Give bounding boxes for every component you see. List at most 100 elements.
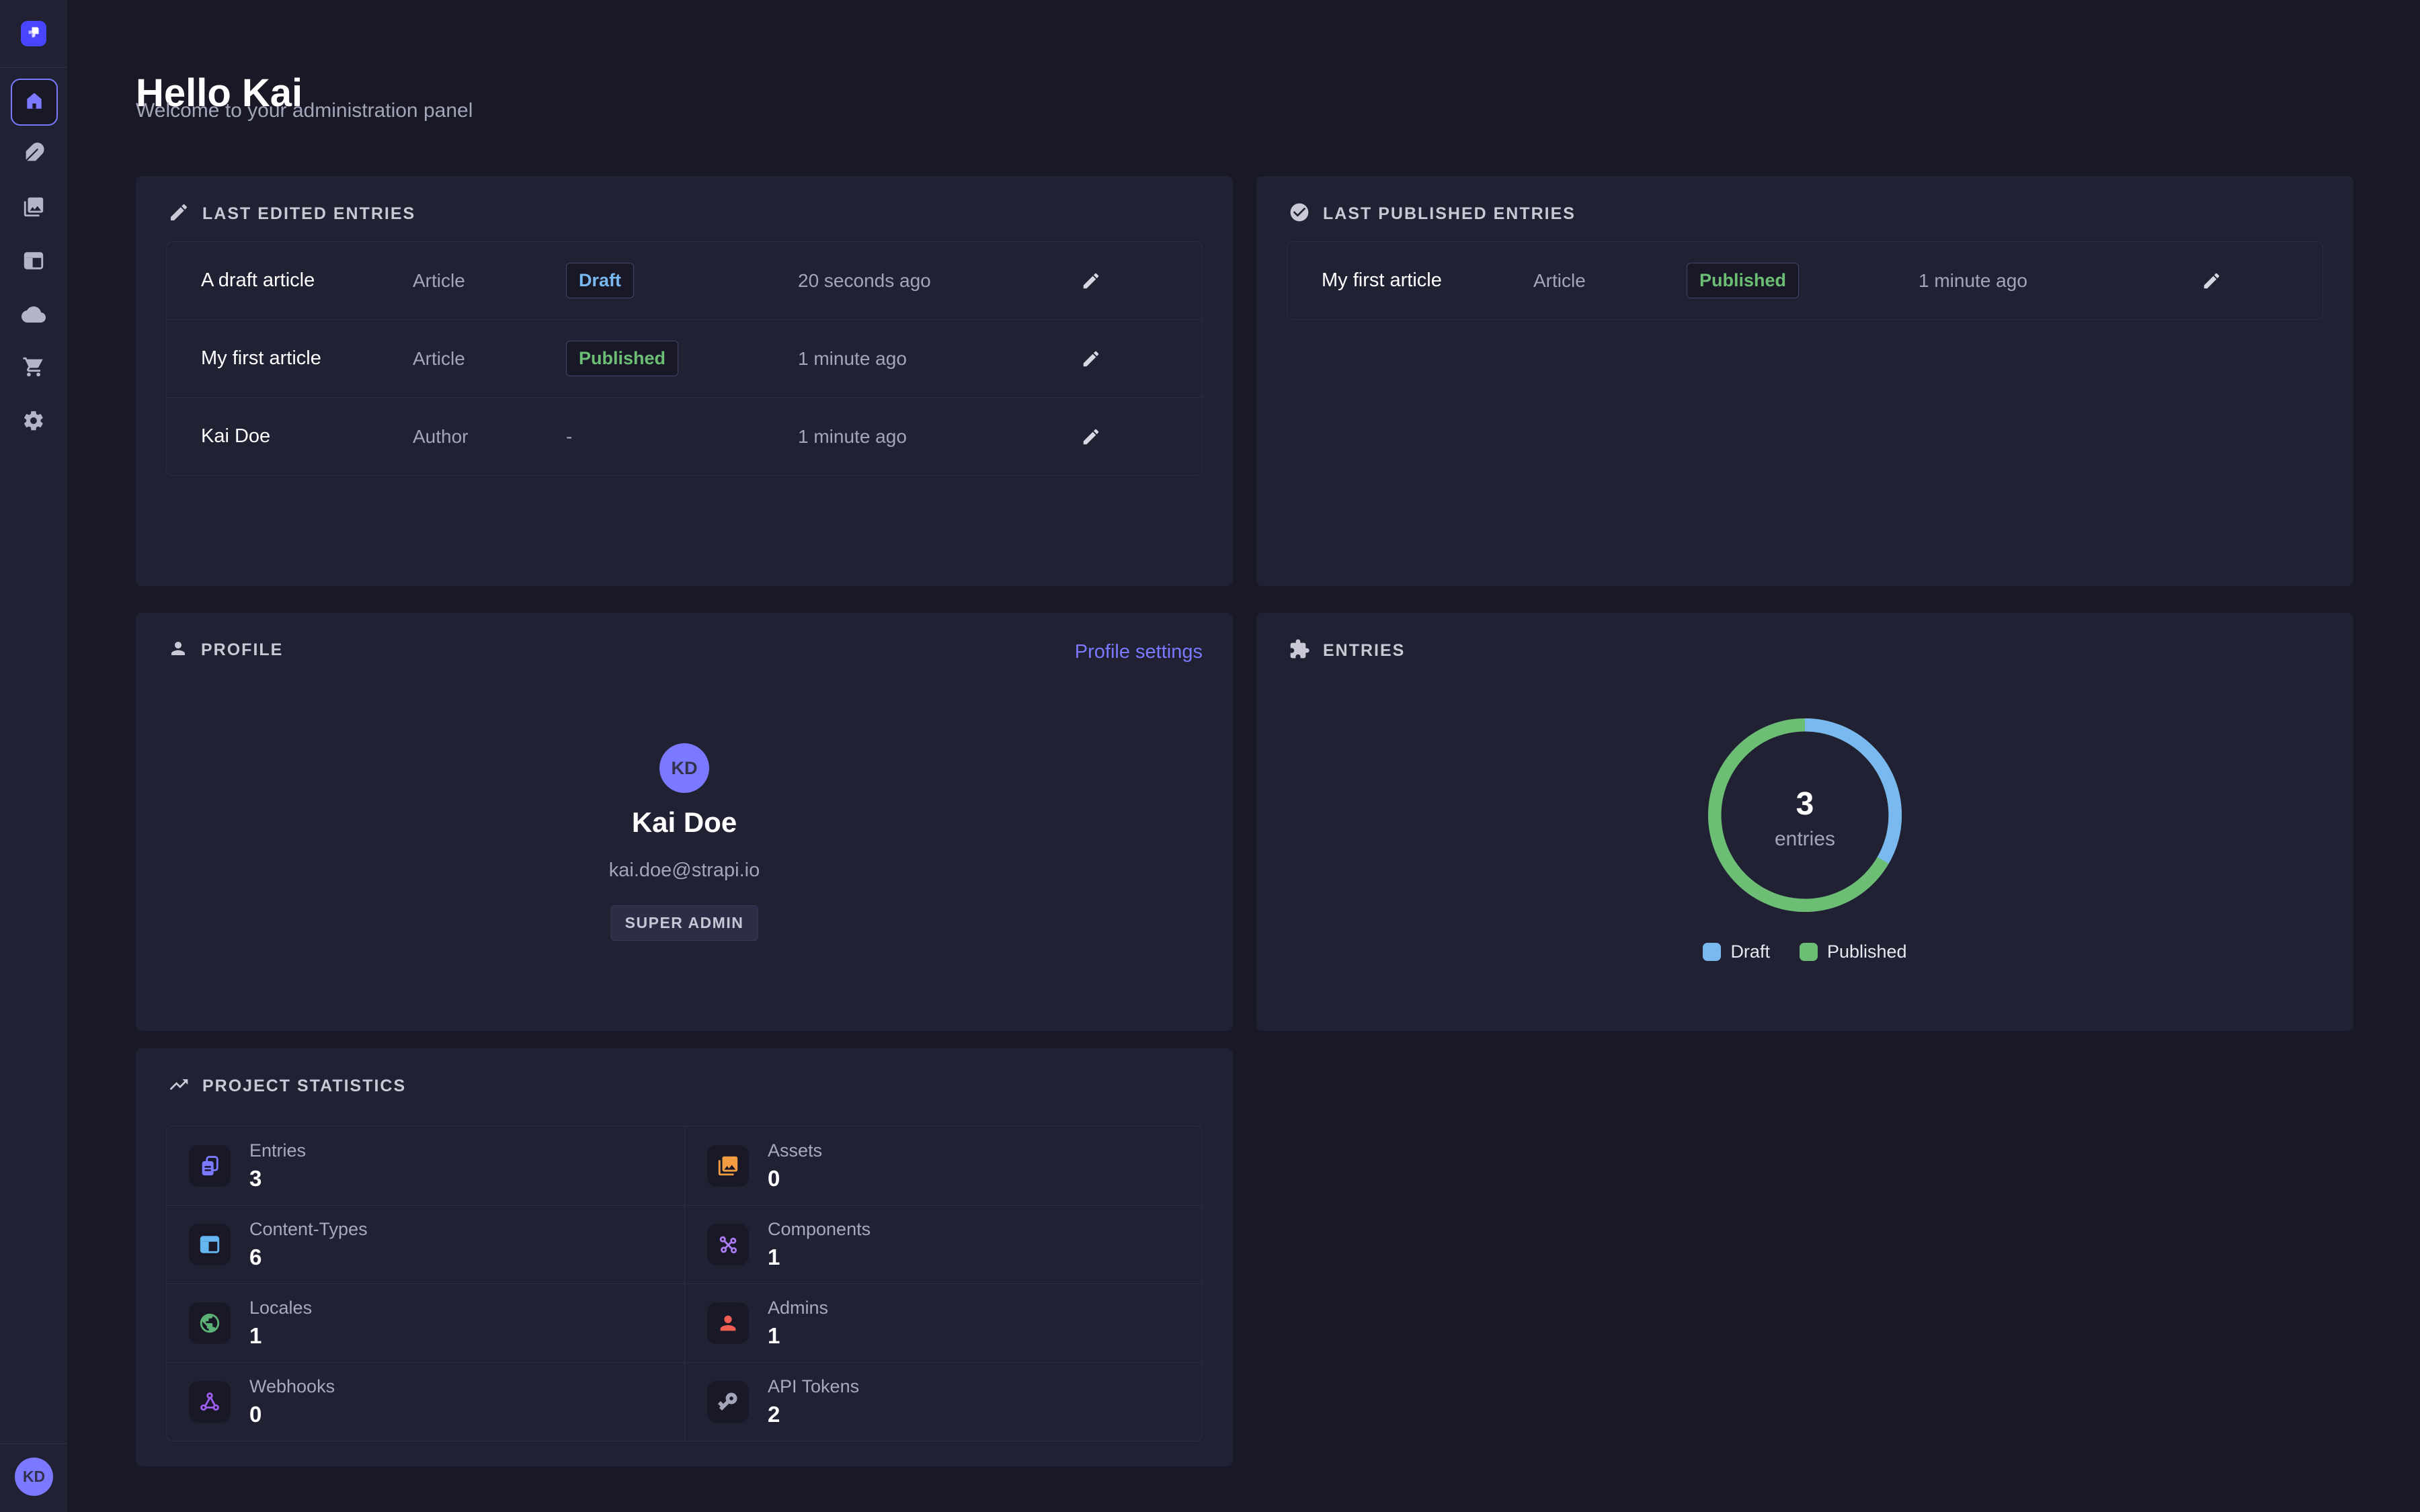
table-row[interactable]: Kai Doe Author - 1 minute ago [167, 397, 1202, 475]
stat-value: 2 [768, 1402, 859, 1427]
webhook-icon [189, 1381, 231, 1423]
entry-time: 1 minute ago [798, 348, 1080, 370]
panel-header: LAST PUBLISHED ENTRIES [1289, 202, 1576, 226]
strapi-logo[interactable] [21, 21, 46, 46]
entries-donut-chart: 3 entries [1706, 716, 1904, 914]
sidebar-item-content-manager[interactable] [0, 134, 67, 175]
stat-value: 3 [249, 1166, 306, 1191]
status-badge: Published [1687, 263, 1799, 298]
last-edited-table: A draft article Article Draft 20 seconds… [166, 241, 1203, 476]
layout-icon [22, 249, 45, 276]
puzzle-icon [1289, 638, 1310, 663]
entry-kind: Article [413, 270, 566, 292]
panel-header: LAST EDITED ENTRIES [168, 202, 415, 226]
sidebar-divider-top [0, 67, 67, 68]
key-icon [707, 1381, 749, 1423]
person-icon [707, 1302, 749, 1344]
profile-email: kai.doe@strapi.io [136, 859, 1233, 882]
layout-icon [189, 1224, 231, 1265]
legend-item-draft: Draft [1703, 941, 1770, 962]
strapi-logo-icon [26, 24, 42, 44]
panel-header: ENTRIES [1289, 638, 1405, 663]
entry-time: 20 seconds ago [798, 270, 1080, 292]
cart-icon [22, 355, 45, 382]
draft-swatch [1703, 943, 1721, 961]
entry-kind: Article [1533, 270, 1687, 292]
avatar: KD [659, 743, 709, 793]
last-published-entries-panel: LAST PUBLISHED ENTRIES My first article … [1256, 176, 2353, 586]
stat-webhooks: Webhooks 0 [167, 1362, 684, 1441]
user-icon [168, 638, 188, 662]
stat-label: Content-Types [249, 1219, 368, 1240]
pictures-icon [707, 1145, 749, 1187]
entry-kind: Author [413, 426, 566, 448]
stat-value: 1 [768, 1323, 828, 1349]
donut-total-label: entries [1706, 828, 1904, 851]
panel-header: PROJECT STATISTICS [168, 1074, 406, 1099]
pencil-icon [168, 202, 190, 226]
panel-title: LAST PUBLISHED ENTRIES [1323, 204, 1576, 224]
nodes-icon [707, 1224, 749, 1265]
table-row[interactable]: My first article Article Published 1 min… [167, 319, 1202, 397]
gear-icon [22, 409, 45, 435]
sidebar-item-marketplace[interactable] [0, 348, 67, 388]
edit-entry-button[interactable] [2202, 271, 2222, 291]
stat-admins: Admins 1 [684, 1284, 1202, 1362]
stat-label: Admins [768, 1298, 828, 1318]
sidebar-user-avatar[interactable]: KD [15, 1458, 53, 1496]
stat-label: Assets [768, 1140, 822, 1161]
feather-icon [22, 142, 45, 168]
home-icon [24, 90, 45, 115]
profile-name: Kai Doe [136, 806, 1233, 839]
cloud-icon [22, 302, 46, 330]
entry-name: A draft article [201, 269, 413, 292]
panel-title: LAST EDITED ENTRIES [202, 204, 415, 224]
status-empty: - [566, 426, 572, 447]
sidebar: KD [0, 0, 67, 1512]
entry-name: Kai Doe [201, 425, 413, 448]
table-row[interactable]: My first article Article Published 1 min… [1287, 242, 2323, 319]
stat-value: 6 [249, 1245, 368, 1270]
entry-kind: Article [413, 348, 566, 370]
sidebar-item-deploy[interactable] [0, 296, 67, 336]
pencil-icon [2202, 271, 2222, 291]
stat-assets: Assets 0 [684, 1126, 1202, 1205]
edit-entry-button[interactable] [1081, 349, 1101, 369]
edit-entry-button[interactable] [1081, 427, 1101, 447]
profile-settings-link[interactable]: Profile settings [1075, 641, 1203, 663]
sidebar-item-home[interactable] [11, 79, 58, 126]
page-subtitle: Welcome to your administration panel [136, 99, 473, 122]
entries-panel: ENTRIES 3 entries Draft Published [1256, 613, 2353, 1031]
chart-legend: Draft Published [1256, 941, 2353, 962]
entry-name: My first article [1322, 269, 1533, 292]
pencil-icon [1081, 427, 1101, 447]
edit-entry-button[interactable] [1081, 271, 1101, 291]
status-badge: Published [566, 341, 678, 376]
sidebar-item-media-library[interactable] [0, 188, 67, 228]
project-statistics-panel: PROJECT STATISTICS Entries 3 Assets 0 [136, 1048, 1233, 1466]
legend-label: Draft [1730, 941, 1770, 962]
strapi-admin-dashboard: { "colors": { "background": "#181826", "… [0, 0, 2420, 1512]
sidebar-divider-bottom [0, 1443, 67, 1444]
sidebar-item-settings[interactable] [0, 402, 67, 442]
pencil-icon [1081, 349, 1101, 369]
stats-grid: Entries 3 Assets 0 Content-Types 6 [166, 1126, 1203, 1441]
check-circle-icon [1289, 202, 1310, 226]
documents-icon [189, 1145, 231, 1187]
sidebar-item-content-type-builder[interactable] [0, 242, 67, 282]
role-badge: SUPER ADMIN [611, 905, 758, 941]
stat-content-types: Content-Types 6 [167, 1205, 684, 1284]
stat-value: 0 [249, 1402, 335, 1427]
panel-title: ENTRIES [1323, 641, 1405, 661]
last-edited-entries-panel: LAST EDITED ENTRIES A draft article Arti… [136, 176, 1233, 586]
status-badge: Draft [566, 263, 634, 298]
trending-up-icon [168, 1074, 190, 1099]
profile-panel: PROFILE Profile settings KD Kai Doe kai.… [136, 613, 1233, 1031]
stat-value: 1 [768, 1245, 871, 1270]
panel-title: PROJECT STATISTICS [202, 1077, 406, 1096]
published-swatch [1800, 943, 1818, 961]
table-row[interactable]: A draft article Article Draft 20 seconds… [167, 242, 1202, 319]
panel-title: PROFILE [201, 640, 283, 660]
pencil-icon [1081, 271, 1101, 291]
stat-api-tokens: API Tokens 2 [684, 1362, 1202, 1441]
